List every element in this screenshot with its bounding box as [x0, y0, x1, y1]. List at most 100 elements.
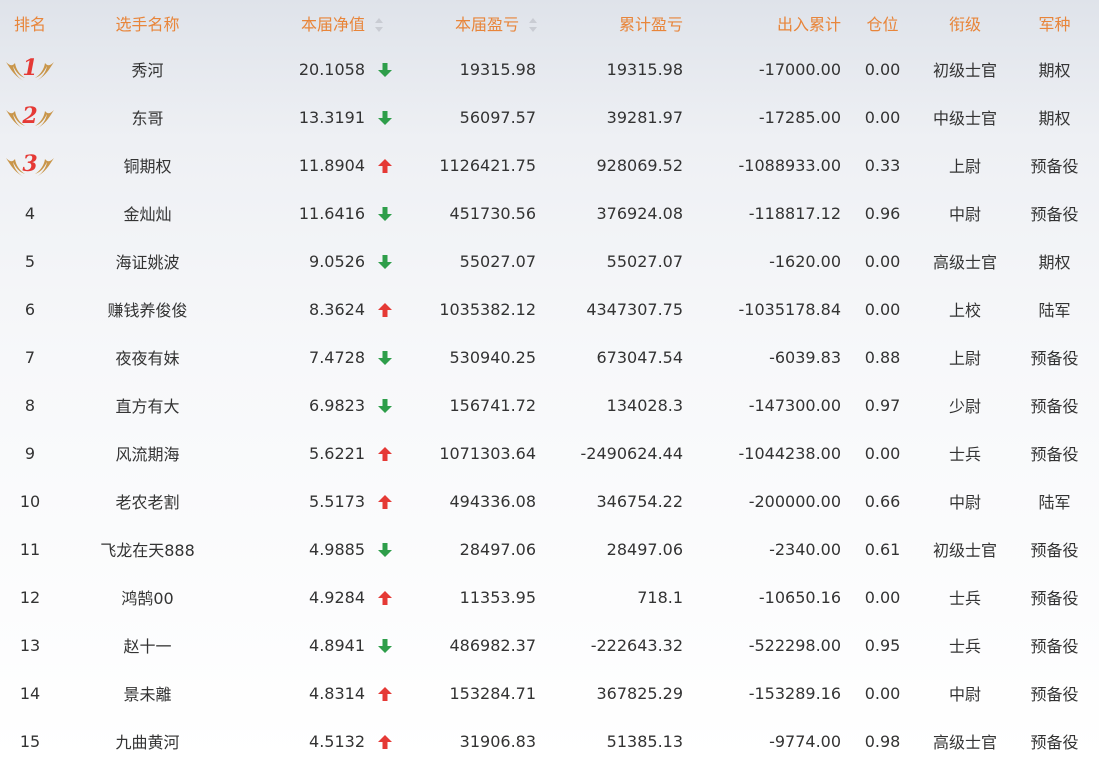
cumulative-pl: 346754.22 [596, 491, 684, 511]
header-nav[interactable]: 本届净值 [235, 0, 405, 45]
service-branch: 期权 [1038, 61, 1071, 80]
net-value: 7.4728 [309, 347, 365, 367]
rank-cell: 8 [24, 395, 36, 415]
table-row[interactable]: 8 直方有大 6.9823 156741.72 134028.3 -147300… [0, 381, 1099, 429]
inout-total: -17000.00 [758, 59, 842, 79]
arrow-down-icon [378, 255, 392, 269]
service-branch: 期权 [1038, 253, 1071, 272]
service-branch: 预备役 [1030, 445, 1079, 464]
inout-total: -153289.16 [748, 683, 842, 703]
rank-cell: 2 [0, 93, 60, 141]
table-body: 1 秀河 20.1058 19315.98 19315.98 -17000.00… [0, 45, 1099, 765]
service-branch: 预备役 [1030, 397, 1079, 416]
period-pl: 28497.06 [459, 539, 537, 559]
trend-cell [365, 93, 405, 141]
period-pl: 451730.56 [449, 203, 537, 223]
table-row[interactable]: 12 鸿鹄00 4.9284 11353.95 718.1 -10650.16 … [0, 573, 1099, 621]
rank-cell: 11 [19, 539, 41, 559]
arrow-up-icon [378, 687, 392, 701]
player-name: 景未離 [123, 685, 172, 704]
rank-title: 中级士官 [933, 109, 998, 128]
table-row[interactable]: 1 秀河 20.1058 19315.98 19315.98 -17000.00… [0, 45, 1099, 93]
arrow-down-icon [378, 111, 392, 125]
rank-cell: 12 [19, 587, 41, 607]
table-row[interactable]: 11 飞龙在天888 4.9885 28497.06 28497.06 -234… [0, 525, 1099, 573]
service-branch: 预备役 [1030, 541, 1079, 560]
table-row[interactable]: 7 夜夜有妹 7.4728 530940.25 673047.54 -6039.… [0, 333, 1099, 381]
period-pl: 31906.83 [459, 731, 537, 751]
table-row[interactable]: 15 九曲黄河 4.5132 31906.83 51385.13 -9774.0… [0, 717, 1099, 765]
leaderboard: 排名 选手名称 本届净值 本届盈亏 累计盈亏 出入累计 仓位 衔级 军种 1 秀… [0, 0, 1099, 761]
rank-title: 中尉 [949, 205, 982, 224]
net-value: 13.3191 [298, 107, 365, 127]
cumulative-pl: 4347307.75 [586, 299, 684, 319]
rank-medal-icon: 2 [4, 102, 56, 132]
rank-cell: 3 [0, 141, 60, 189]
table-row[interactable]: 9 风流期海 5.6221 1071303.64 -2490624.44 -10… [0, 429, 1099, 477]
arrow-down-icon [378, 63, 392, 77]
rank-title: 中尉 [949, 685, 982, 704]
rank-cell: 6 [24, 299, 36, 319]
rank-cell: 15 [19, 731, 41, 751]
period-pl: 1035382.12 [439, 299, 537, 319]
arrow-down-icon [378, 207, 392, 221]
player-name: 秀河 [131, 61, 164, 80]
rank-title: 上尉 [949, 157, 982, 176]
net-value: 8.3624 [309, 299, 365, 319]
rank-cell: 10 [19, 491, 41, 511]
table-row[interactable]: 10 老农老割 5.5173 494336.08 346754.22 -2000… [0, 477, 1099, 525]
rank-title: 中尉 [949, 493, 982, 512]
rank-title: 士兵 [949, 445, 982, 464]
cumulative-pl: 673047.54 [596, 347, 684, 367]
ranking-table: 排名 选手名称 本届净值 本届盈亏 累计盈亏 出入累计 仓位 衔级 军种 1 秀… [0, 0, 1099, 765]
table-row[interactable]: 13 赵十一 4.8941 486982.37 -222643.32 -5222… [0, 621, 1099, 669]
table-row[interactable]: 6 赚钱养俊俊 8.3624 1035382.12 4347307.75 -10… [0, 285, 1099, 333]
table-row[interactable]: 14 景未離 4.8314 153284.71 367825.29 -15328… [0, 669, 1099, 717]
player-name: 九曲黄河 [115, 733, 180, 752]
player-name: 风流期海 [115, 445, 180, 464]
position-ratio: 0.00 [864, 299, 901, 319]
net-value: 4.8941 [309, 635, 365, 655]
table-row[interactable]: 4 金灿灿 11.6416 451730.56 376924.08 -11881… [0, 189, 1099, 237]
position-ratio: 0.00 [864, 251, 901, 271]
cumulative-pl: -2490624.44 [580, 443, 684, 463]
table-row[interactable]: 2 东哥 13.3191 56097.57 39281.97 -17285.00… [0, 93, 1099, 141]
period-pl: 55027.07 [459, 251, 537, 271]
period-pl: 1071303.64 [439, 443, 537, 463]
period-pl: 153284.71 [449, 683, 537, 703]
inout-total: -10650.16 [758, 587, 842, 607]
arrow-up-icon [378, 447, 392, 461]
header-period-pl[interactable]: 本届盈亏 [405, 0, 540, 45]
cumulative-pl: 376924.08 [596, 203, 684, 223]
trend-cell [365, 525, 405, 573]
service-branch: 预备役 [1030, 685, 1079, 704]
cumulative-pl: 718.1 [637, 587, 684, 607]
arrow-down-icon [378, 399, 392, 413]
trend-cell [365, 189, 405, 237]
inout-total: -522298.00 [748, 635, 842, 655]
player-name: 铜期权 [123, 157, 172, 176]
cumulative-pl: -222643.32 [590, 635, 684, 655]
net-value: 20.1058 [298, 59, 365, 79]
rank-title: 士兵 [949, 589, 982, 608]
position-ratio: 0.66 [864, 491, 901, 511]
player-name: 直方有大 [115, 397, 180, 416]
arrow-up-icon [378, 159, 392, 173]
header-cumulative-pl: 累计盈亏 [619, 14, 684, 34]
inout-total: -147300.00 [748, 395, 842, 415]
header-name: 选手名称 [115, 14, 180, 34]
position-ratio: 0.00 [864, 683, 901, 703]
service-branch: 陆军 [1038, 493, 1071, 512]
position-ratio: 0.00 [864, 59, 901, 79]
inout-total: -200000.00 [748, 491, 842, 511]
table-row[interactable]: 3 铜期权 11.8904 1126421.75 928069.52 -1088… [0, 141, 1099, 189]
rank-title: 高级士官 [933, 253, 998, 272]
cumulative-pl: 28497.06 [606, 539, 684, 559]
rank-number: 2 [22, 103, 38, 129]
sort-icon[interactable] [529, 18, 538, 32]
rank-title: 初级士官 [933, 541, 998, 560]
inout-total: -1035178.84 [738, 299, 842, 319]
table-row[interactable]: 5 海证姚波 9.0526 55027.07 55027.07 -1620.00… [0, 237, 1099, 285]
net-value: 9.0526 [309, 251, 365, 271]
sort-icon[interactable] [375, 18, 384, 32]
